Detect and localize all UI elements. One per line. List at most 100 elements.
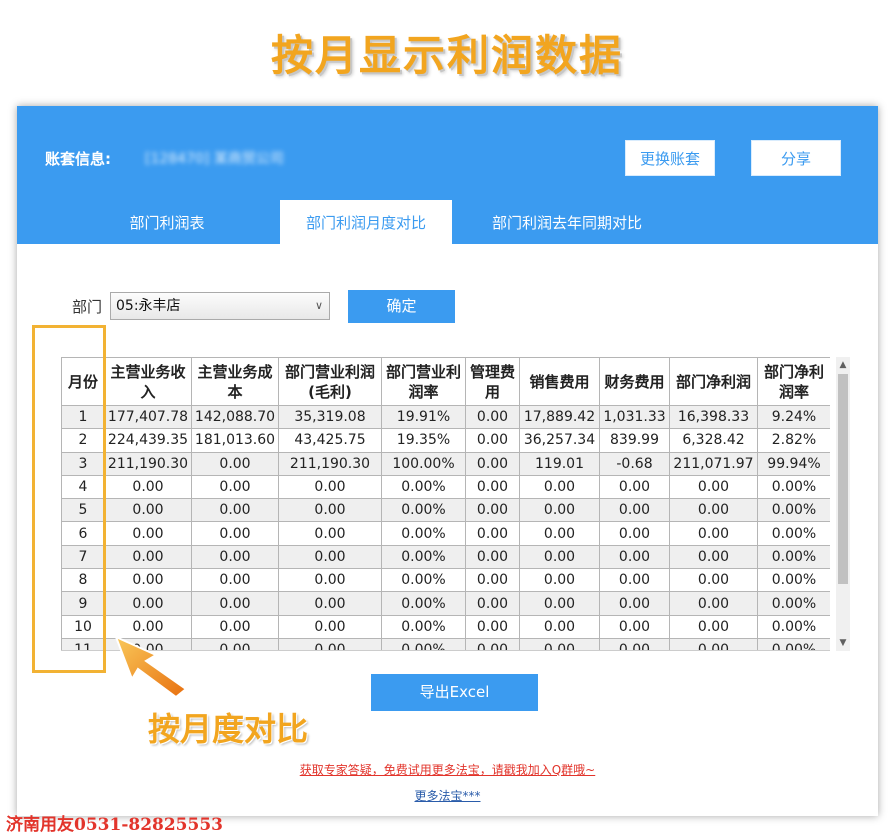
table-cell: 0.00% bbox=[757, 568, 830, 593]
table-cell: 0.00 bbox=[669, 614, 758, 639]
table-cell: 2.82% bbox=[757, 428, 830, 453]
table-cell: 35,319.08 bbox=[278, 404, 382, 430]
table-cell: 0.00 bbox=[519, 521, 600, 546]
dept-select[interactable]: 05:永丰店 ∨ bbox=[110, 292, 330, 320]
table-row[interactable]: 8 0.00 0.00 0.00 0.00% 0.00 0.00 0.00 0.00 0.00% bbox=[61, 568, 830, 593]
tab-bar: 部门利润表 部门利润月度对比 部门利润去年同期对比 bbox=[17, 200, 878, 244]
table-cell: 17,889.42 bbox=[519, 404, 600, 430]
table-cell: 0.00 bbox=[599, 637, 670, 650]
dept-select-value: 05:永丰店 bbox=[116, 298, 181, 314]
table-cell: 0.00% bbox=[381, 544, 466, 570]
table-cell: 0.00% bbox=[381, 637, 466, 650]
annotation-text: 按月度对比 bbox=[148, 710, 309, 748]
table-cell: 0.00 bbox=[519, 498, 600, 523]
table-cell: 0.00 bbox=[104, 544, 192, 570]
table-cell: 0.00 bbox=[104, 474, 192, 500]
month-column-highlight bbox=[32, 325, 106, 673]
table-cell: 0.00 bbox=[669, 498, 758, 523]
table-cell: 0.00 bbox=[669, 568, 758, 593]
tab-dept-profit-monthly[interactable]: 部门利润月度对比 bbox=[280, 200, 452, 244]
table-row[interactable]: 3 211,190.30 0.00 211,190.30 100.00% 0.00 119.… bbox=[61, 451, 830, 476]
table-cell: 0.00 bbox=[278, 568, 382, 593]
table-cell: 0.00 bbox=[599, 474, 670, 500]
table-cell: 181,013.60 bbox=[191, 428, 279, 453]
table-cell: 19.35% bbox=[381, 428, 466, 453]
table-cell: 0.00 bbox=[669, 591, 758, 616]
banner-title: 按月显示利润数据 bbox=[270, 31, 623, 80]
scrollbar-thumb[interactable] bbox=[838, 374, 848, 584]
table-cell: 211,190.30 bbox=[104, 451, 192, 476]
account-value: [128470] 某商贸公司 bbox=[145, 151, 284, 167]
table-cell: 211,071.97 bbox=[669, 451, 758, 476]
column-header: 主营业务成本 bbox=[191, 357, 279, 406]
table-cell: 0.00 bbox=[278, 591, 382, 616]
table-cell: 0.00 bbox=[519, 568, 600, 593]
table-cell: 0.00% bbox=[757, 637, 830, 650]
column-header: 部门净利润 bbox=[669, 357, 758, 406]
table-cell: 0.00 bbox=[465, 498, 520, 523]
table-cell: 0.00% bbox=[381, 568, 466, 593]
table-row[interactable]: 7 0.00 0.00 0.00 0.00% 0.00 0.00 0.00 0.00 0.00% bbox=[61, 544, 830, 570]
promo-link[interactable]: 获取专家答疑，免费试用更多法宝，请戳我加入Q群哦~ bbox=[17, 761, 878, 778]
table-cell: 6,328.42 bbox=[669, 428, 758, 453]
table-cell: 0.00 bbox=[191, 521, 279, 546]
table-cell: 0.00 bbox=[669, 544, 758, 570]
table-cell: 0.00 bbox=[278, 614, 382, 639]
table-cell: 224,439.35 bbox=[104, 428, 192, 453]
scroll-up-arrow-icon[interactable]: ▲ bbox=[836, 357, 850, 373]
tab-dept-profit-yoy[interactable]: 部门利润去年同期对比 bbox=[477, 200, 657, 244]
table-cell: 43,425.75 bbox=[278, 428, 382, 453]
table-row[interactable]: 1 177,407.78 142,088.70 35,319.08 19.91% 0.00… bbox=[61, 404, 830, 430]
table-cell: 0.00 bbox=[191, 498, 279, 523]
table-cell: 0.00 bbox=[599, 544, 670, 570]
table-cell: 0.00% bbox=[757, 498, 830, 523]
scroll-down-arrow-icon[interactable]: ▼ bbox=[836, 635, 850, 651]
table-cell: 0.00% bbox=[757, 544, 830, 570]
table-row[interactable]: 9 0.00 0.00 0.00 0.00% 0.00 0.00 0.00 0.00 0.00% bbox=[61, 591, 830, 616]
column-header: 销售费用 bbox=[519, 357, 600, 406]
column-header: 管理费用 bbox=[465, 357, 520, 406]
table-body: 1 177,407.78 142,088.70 35,319.08 19.91% 0.00… bbox=[61, 404, 830, 650]
table-cell: 0.00 bbox=[599, 498, 670, 523]
table-cell: 0.00 bbox=[278, 544, 382, 570]
chevron-down-icon: ∨ bbox=[314, 299, 323, 312]
table-cell: 119.01 bbox=[519, 451, 600, 476]
profit-table-container[interactable]: 月份 主营业务收入 主营业务成本 部门营业利润(毛利) 部门营业利润率 管理费用 销售费用财… bbox=[61, 357, 830, 651]
table-cell: 0.00 bbox=[191, 637, 279, 650]
table-row[interactable]: 6 0.00 0.00 0.00 0.00% 0.00 0.00 0.00 0.00 0.00% bbox=[61, 521, 830, 546]
table-cell: 0.00 bbox=[278, 474, 382, 500]
vertical-scrollbar[interactable]: ▲ ▼ bbox=[836, 357, 850, 651]
share-button[interactable]: 分享 bbox=[751, 140, 841, 176]
table-cell: 0.00 bbox=[104, 521, 192, 546]
tab-dept-profit[interactable]: 部门利润表 bbox=[103, 200, 231, 244]
table-cell: 0.00 bbox=[191, 451, 279, 476]
table-cell: 1,031.33 bbox=[599, 404, 670, 430]
table-cell: 0.00% bbox=[381, 498, 466, 523]
table-cell: 0.00 bbox=[278, 637, 382, 650]
app-window: 账套信息: [128470] 某商贸公司 更换账套 分享 部门利润表 部门利润月… bbox=[17, 106, 878, 816]
table-row[interactable]: 2 224,439.35 181,013.60 43,425.75 19.35% 0.00… bbox=[61, 428, 830, 453]
table-cell: 0.00 bbox=[599, 614, 670, 639]
table-cell: 211,190.30 bbox=[278, 451, 382, 476]
table-cell: 0.00 bbox=[278, 498, 382, 523]
table-row[interactable]: 4 0.00 0.00 0.00 0.00% 0.00 0.00 0.00 0.00 0.00% bbox=[61, 474, 830, 500]
page: 按月显示利润数据 账套信息: [128470] 某商贸公司 更换账套 分享 部门… bbox=[0, 0, 894, 834]
table-cell: 0.00 bbox=[104, 591, 192, 616]
table-cell: 0.00% bbox=[381, 521, 466, 546]
table-cell: 0.00 bbox=[191, 544, 279, 570]
phone-number: 济南用友0531-82825553 bbox=[6, 815, 223, 834]
table-cell: 100.00% bbox=[381, 451, 466, 476]
change-account-button[interactable]: 更换账套 bbox=[625, 140, 715, 176]
table-cell: -0.68 bbox=[599, 451, 670, 476]
table-cell: 0.00 bbox=[465, 614, 520, 639]
table-cell: 0.00 bbox=[519, 544, 600, 570]
column-header: 财务费用 bbox=[599, 357, 670, 406]
table-cell: 0.00 bbox=[519, 474, 600, 500]
export-excel-button[interactable]: 导出Excel bbox=[371, 674, 538, 711]
confirm-button[interactable]: 确定 bbox=[348, 290, 455, 323]
more-link[interactable]: 更多法宝*** bbox=[17, 787, 878, 804]
table-cell: 0.00 bbox=[465, 474, 520, 500]
table-row[interactable]: 5 0.00 0.00 0.00 0.00% 0.00 0.00 0.00 0.00 0.00% bbox=[61, 498, 830, 523]
table-cell: 0.00 bbox=[519, 637, 600, 650]
table-cell: 0.00 bbox=[465, 451, 520, 476]
